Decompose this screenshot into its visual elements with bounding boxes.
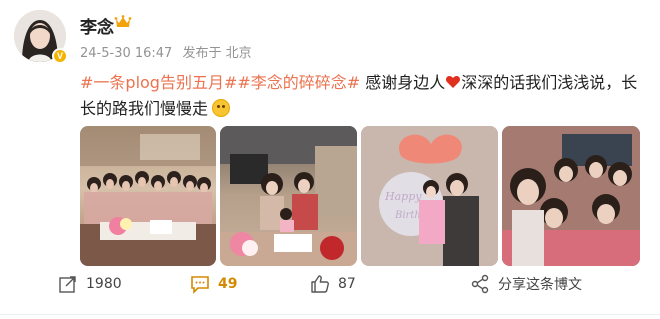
comment-button[interactable]: 49 (190, 274, 237, 294)
heart-emoji-icon (446, 76, 461, 88)
post-text: #一条plog告别五月##李念的碎碎念# 感谢身边人 深深的话我们浅浅说，长长的路… (80, 70, 640, 122)
weibo-post-card: V 李念 24-5-30 16:47 发布于 北京 #一条plog告别五月##李… (0, 0, 660, 319)
post-text-segment: 感谢身边人 (360, 73, 446, 92)
comment-count: 49 (218, 276, 238, 292)
photo-with-child-at-table[interactable] (220, 126, 357, 266)
photo-group-dining-table[interactable] (80, 126, 216, 266)
photo-happy-birthday-balloon[interactable]: Happy Birthday (361, 126, 498, 266)
share-post-button[interactable]: 分享这条博文 (470, 274, 582, 294)
author-name[interactable]: 李念 (80, 13, 114, 38)
hashtag-link[interactable]: #李念的碎碎念# (237, 73, 360, 92)
hashtag-link[interactable]: #一条plog告别五月# (80, 73, 237, 92)
verified-badge: V (52, 48, 68, 64)
share-button[interactable]: 1980 (58, 274, 122, 294)
photo-group-selfie-friends[interactable] (502, 126, 640, 266)
action-bar: 1980 49 87 分享这条博文 (0, 270, 660, 304)
share-network-icon (471, 274, 489, 294)
post-location: 发布于 北京 (182, 46, 252, 61)
repost-icon (59, 276, 76, 293)
smile-emoji-icon (212, 99, 231, 117)
thumbs-up-icon (311, 275, 329, 293)
comment-icon (191, 276, 209, 294)
crown-icon (114, 15, 132, 27)
svg-text:Happy: Happy (384, 190, 422, 203)
share-count: 1980 (86, 276, 122, 292)
share-post-label: 分享这条博文 (498, 277, 582, 293)
like-count: 87 (338, 276, 356, 292)
post-date[interactable]: 24-5-30 16:47 (80, 46, 172, 61)
divider (0, 314, 660, 315)
like-button[interactable]: 87 (310, 274, 356, 294)
post-meta: 24-5-30 16:47 发布于 北京 (80, 42, 258, 61)
